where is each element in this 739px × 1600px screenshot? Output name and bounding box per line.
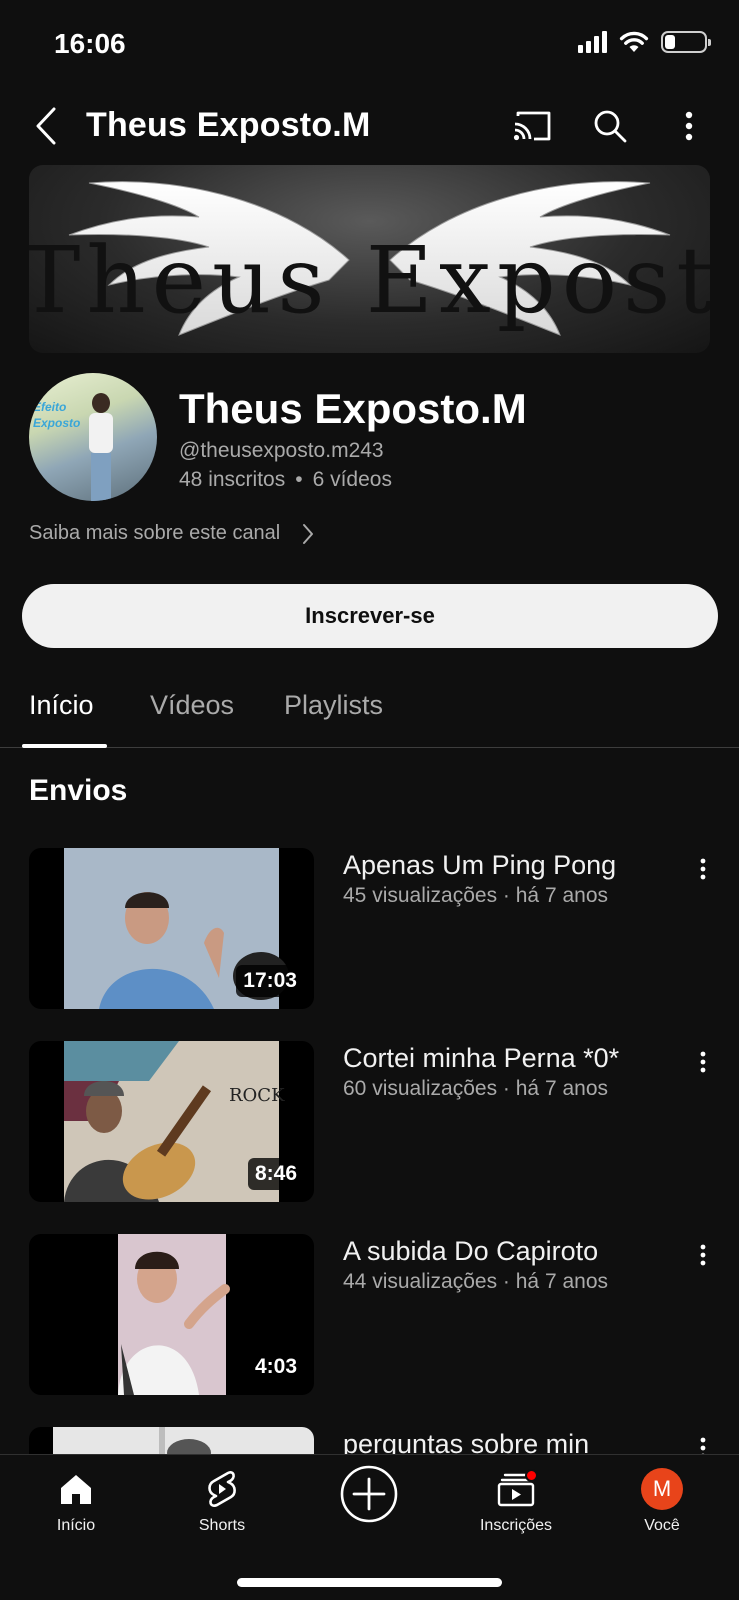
video-title[interactable]: Cortei minha Perna *0*: [343, 1043, 619, 1074]
more-vertical-icon: [700, 858, 706, 880]
video-item[interactable]: 17:03 Apenas Um Ping Pong 45 visualizaçõ…: [0, 848, 739, 1012]
chevron-right-icon: [303, 523, 314, 544]
video-title[interactable]: A subida Do Capiroto: [343, 1236, 598, 1267]
user-avatar: M: [641, 1468, 683, 1510]
tab-home[interactable]: Início: [29, 690, 94, 721]
about-channel-link[interactable]: Saiba mais sobre este canal: [29, 522, 314, 545]
video-duration: 4:03: [247, 1351, 304, 1383]
video-count: 6 vídeos: [312, 468, 392, 491]
subscribe-button[interactable]: Inscrever-se: [22, 584, 718, 648]
status-icons: [578, 30, 711, 54]
active-tab-indicator: [22, 744, 107, 748]
nav-you-label: Você: [644, 1517, 680, 1534]
shorts-icon: [200, 1467, 244, 1511]
status-time: 16:06: [54, 28, 126, 59]
search-button[interactable]: [588, 104, 632, 148]
video-menu-button[interactable]: [686, 852, 720, 886]
video-thumbnail[interactable]: ROCK 8:46: [29, 1041, 314, 1202]
video-meta: 44 visualizações · há 7 anos: [343, 1270, 608, 1293]
cast-button[interactable]: [510, 104, 554, 148]
notification-dot: [525, 1469, 538, 1482]
video-item[interactable]: ROCK 8:46 Cortei minha Perna *0* 60 visu…: [0, 1041, 739, 1205]
video-thumbnail[interactable]: 4:03: [29, 1234, 314, 1395]
back-button[interactable]: [26, 104, 66, 148]
nav-home-label: Início: [56, 1517, 96, 1534]
avatar-person-illustration: [89, 393, 113, 501]
video-title[interactable]: Apenas Um Ping Pong: [343, 850, 616, 881]
more-options-button[interactable]: [667, 104, 711, 148]
user-avatar-icon: M: [640, 1467, 684, 1511]
video-meta: 60 visualizações · há 7 anos: [343, 1077, 608, 1100]
cellular-signal-icon: [578, 31, 607, 53]
nav-subscriptions-label: Inscrições: [479, 1517, 553, 1534]
video-duration: 8:46: [247, 1158, 304, 1190]
nav-subscriptions[interactable]: Inscrições: [461, 1467, 571, 1535]
subscriber-count: 48 inscritos: [179, 468, 286, 491]
channel-avatar[interactable]: Efeito Exposto: [29, 373, 157, 501]
channel-name: Theus Exposto.M: [179, 385, 527, 432]
more-vertical-icon: [685, 111, 693, 141]
avatar-text: Efeito Exposto: [33, 400, 81, 430]
wifi-icon: [619, 31, 649, 52]
nav-shorts-label: Shorts: [198, 1517, 246, 1534]
more-vertical-icon: [700, 1051, 706, 1073]
header-title: Theus Exposto.M: [86, 106, 371, 144]
banner-text: Theus Exposto.M: [29, 227, 710, 334]
battery-level: [665, 35, 675, 49]
video-item[interactable]: 4:03 A subida Do Capiroto 44 visualizaçõ…: [0, 1234, 739, 1398]
more-vertical-icon: [700, 1244, 706, 1266]
video-menu-button[interactable]: [686, 1045, 720, 1079]
video-thumbnail[interactable]: 17:03: [29, 848, 314, 1009]
channel-header: Theus Exposto.M: [0, 96, 739, 156]
video-meta: 45 visualizações · há 7 anos: [343, 884, 608, 907]
battery-icon: [661, 31, 711, 53]
tab-playlists[interactable]: Playlists: [284, 690, 383, 721]
add-circle-icon: [340, 1465, 398, 1523]
channel-stats: 48 inscritos • 6 vídeos: [179, 468, 392, 492]
svg-text:ROCK: ROCK: [229, 1085, 285, 1106]
subscriptions-icon: [494, 1467, 538, 1511]
stats-separator: •: [295, 468, 303, 491]
nav-you[interactable]: M Você: [607, 1467, 717, 1535]
video-menu-button[interactable]: [686, 1238, 720, 1272]
create-button[interactable]: [314, 1465, 424, 1523]
channel-handle: @theusexposto.m243: [179, 439, 384, 462]
nav-shorts[interactable]: Shorts: [167, 1467, 277, 1535]
status-bar: 16:06: [0, 0, 739, 90]
nav-home[interactable]: Início: [21, 1467, 131, 1535]
home-icon: [54, 1467, 98, 1511]
about-channel-label: Saiba mais sobre este canal: [29, 522, 281, 544]
channel-tabs: Início Vídeos Playlists: [0, 670, 739, 748]
search-icon: [594, 110, 627, 143]
section-title: Envios: [29, 774, 128, 807]
chevron-left-icon: [36, 107, 56, 145]
home-indicator: [237, 1578, 502, 1587]
video-duration: 17:03: [236, 965, 304, 997]
cast-icon: [513, 111, 551, 141]
channel-banner: Theus Exposto.M: [29, 165, 710, 353]
tab-videos[interactable]: Vídeos: [150, 690, 234, 721]
